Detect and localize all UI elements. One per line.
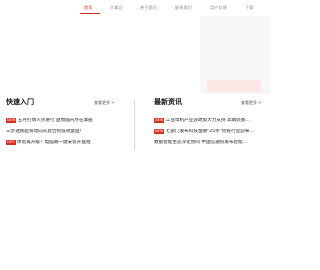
list-item-text: 数据智能生态深化协同 中国信通院发布智能…: [154, 139, 248, 145]
list-item-text: 五月打情火热进行 盘而临内尽在掌握: [17, 117, 93, 123]
list-item-text: 工业母机产业迎政策大力支持 高端装备…: [165, 117, 250, 123]
list-item[interactable]: NEW 五月打情火热进行 盘而临内尽在掌握: [6, 115, 121, 126]
quick-entry-more-link[interactable]: 查看更多 >: [94, 100, 115, 105]
list-item-text: 三步透视超资动向从此告别低效复盘！: [6, 128, 85, 134]
hot-badge: HOT: [6, 140, 16, 145]
nav-item-feedback[interactable]: 用户反馈: [210, 5, 227, 10]
nav-item-contact[interactable]: 联系我们: [175, 5, 192, 10]
latest-news-more-link[interactable]: 查看更多 >: [241, 100, 262, 105]
nav-item-about[interactable]: 关于我们: [140, 5, 157, 10]
new-badge: NEW: [154, 129, 165, 134]
hero-cta-button[interactable]: [207, 80, 261, 92]
latest-news-title: 最新资讯: [154, 98, 182, 106]
nav-item-home[interactable]: 首页: [84, 5, 92, 10]
list-item[interactable]: NEW 工业母机产业迎政策大力支持 高端装备…: [154, 115, 269, 126]
new-badge: NEW: [6, 118, 17, 123]
latest-news-list: NEW 工业母机产业迎政策大力支持 高端装备… NEW 七部门发布科技金融"25…: [154, 115, 269, 148]
new-badge: NEW: [154, 118, 165, 123]
list-item[interactable]: HOT 体验再升级！电脑端一键安装开盘啦: [6, 137, 121, 148]
list-item-text: 七部门发布科技金融"25条"创投行业迎来…: [165, 128, 254, 134]
quick-entry-title: 快速入门: [6, 98, 34, 106]
nav-item-download[interactable]: 下载: [245, 5, 253, 10]
nav-item-milestones[interactable]: 大事记: [110, 5, 123, 10]
list-item[interactable]: 数据智能生态深化协同 中国信通院发布智能…: [154, 137, 269, 148]
top-nav: 首页 大事记 关于我们 联系我们 用户反馈 下载: [0, 0, 270, 16]
quick-entry-list: NEW 五月打情火热进行 盘而临内尽在掌握 三步透视超资动向从此告别低效复盘！ …: [6, 115, 121, 148]
nav-active-indicator: [80, 13, 100, 15]
column-divider: [134, 100, 135, 150]
list-item[interactable]: NEW 七部门发布科技金融"25条"创投行业迎来…: [154, 126, 269, 137]
list-item-text: 体验再升级！电脑端一键安装开盘啦: [17, 139, 91, 145]
list-item[interactable]: 三步透视超资动向从此告别低效复盘！: [6, 126, 121, 137]
